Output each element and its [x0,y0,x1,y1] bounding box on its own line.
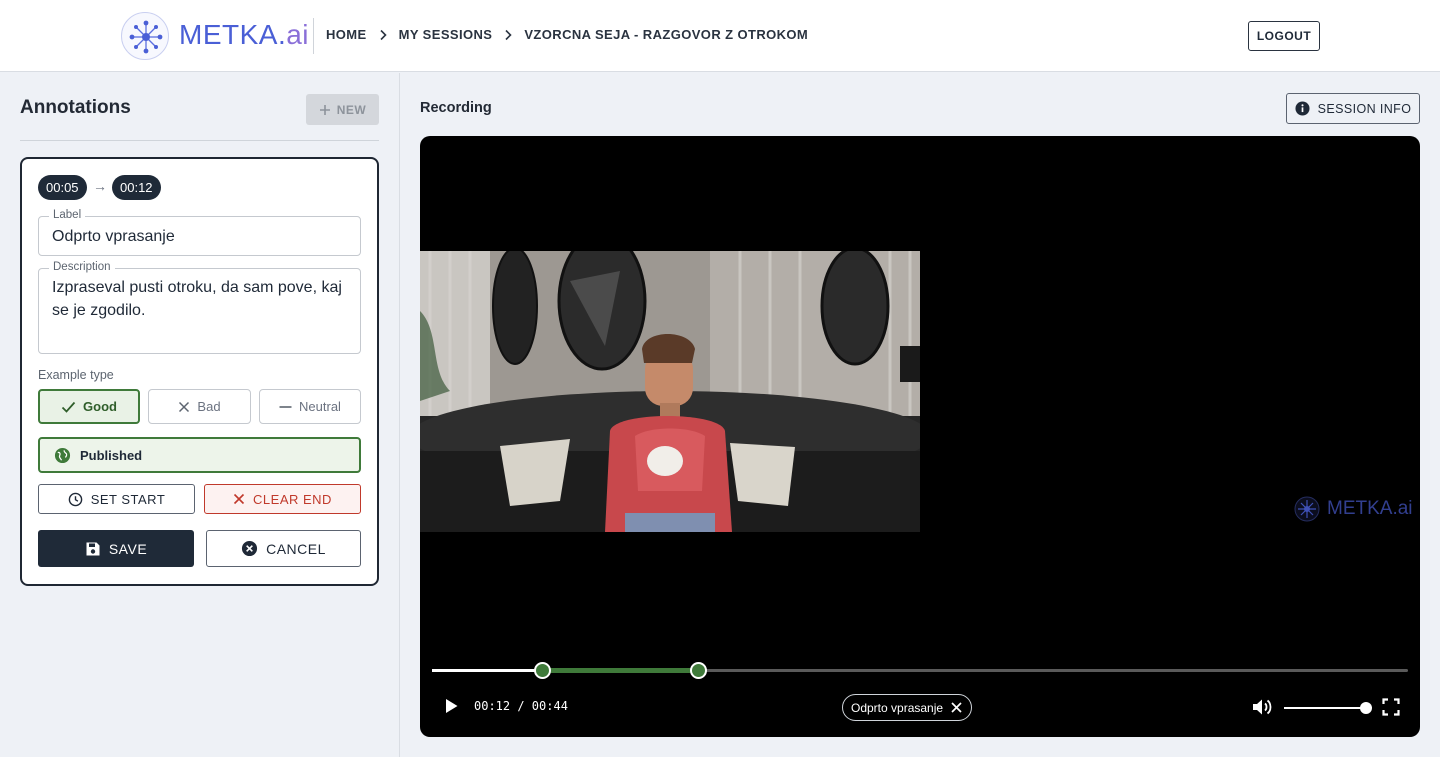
label-field[interactable]: Label Odprto vprasanje [38,209,361,256]
recording-title: Recording [420,100,492,116]
session-info-label: SESSION INFO [1317,101,1412,116]
set-start-label: SET START [90,491,166,507]
volume-icon[interactable] [1252,697,1274,717]
annotation-start-handle[interactable] [534,662,552,679]
close-icon[interactable] [950,701,963,714]
example-type-neutral-button[interactable]: Neutral [259,389,361,424]
published-label: Published [80,447,143,463]
globe-icon [54,447,71,463]
info-icon [1295,101,1310,116]
metka-watermark-icon [1294,496,1320,522]
active-annotation-chip[interactable]: Odprto vprasanje [842,694,973,721]
breadcrumb-home[interactable]: HOME [326,27,367,42]
arrow-right-icon: → [93,178,107,194]
minus-icon [279,405,292,408]
description-textarea[interactable]: Izpraseval pusti otroku, da sam pove, ka… [52,276,352,322]
volume-slider-track[interactable] [1284,707,1366,709]
clock-icon [68,492,82,506]
breadcrumb: HOME MY SESSIONS VZORCNA SEJA - RAZGOVOR… [326,27,808,42]
description-field[interactable]: Description Izpraseval pusti otroku, da … [38,261,361,354]
label-input[interactable]: Odprto vprasanje [52,225,175,248]
volume-slider-knob[interactable] [1360,702,1372,714]
new-annotation-button[interactable]: NEW [306,94,379,125]
save-label: SAVE [108,540,148,557]
header-divider [313,18,314,54]
metka-logo-icon[interactable] [121,12,169,60]
published-toggle[interactable]: Published [38,437,361,473]
example-type-good-label: Good [83,399,117,414]
breadcrumb-my-sessions[interactable]: MY SESSIONS [399,27,493,42]
start-time-chip: 00:05 [38,175,87,200]
label-field-legend: Label [49,209,86,221]
save-icon [86,542,100,555]
end-time-chip: 00:12 [112,175,161,200]
panel-divider [20,140,379,141]
logo-suffix-text: ai [286,19,310,50]
annotation-range-bar [542,668,699,673]
annotations-title: Annotations [20,97,131,118]
annotation-end-handle[interactable] [689,662,707,679]
clear-end-button[interactable]: CLEAR END [204,484,361,514]
clear-end-label: CLEAR END [253,491,332,507]
metka-watermark: METKA.ai [1293,495,1413,523]
plus-icon [319,104,330,115]
fullscreen-icon[interactable] [1382,698,1400,716]
breadcrumb-current-session[interactable]: VZORCNA SEJA - RAZGOVOR Z OTROKOM [524,27,808,42]
example-type-bad-button[interactable]: Bad [148,389,251,424]
cancel-label: CANCEL [266,540,326,557]
set-start-button[interactable]: SET START [38,484,195,514]
annotation-edit-card: 00:05 → 00:12 Label Odprto vprasanje Des… [20,157,379,586]
top-bar: METKA.ai HOME MY SESSIONS VZORCNA SEJA -… [0,0,1440,72]
example-type-neutral-label: Neutral [299,399,341,414]
annotations-panel: Annotations NEW 00:05 → 00:12 Label Odpr… [0,73,400,757]
chevron-right-icon [505,29,512,40]
play-icon[interactable] [442,697,460,715]
brand-logo[interactable]: METKA.ai [179,19,309,51]
chevron-right-icon [380,29,387,40]
logo-main-text: METKA. [179,19,287,50]
logout-button[interactable]: LOGOUT [1248,21,1320,51]
example-type-bad-label: Bad [197,399,221,414]
example-type-label: Example type [38,368,114,382]
active-annotation-label: Odprto vprasanje [851,700,944,715]
video-frame-image [420,251,920,532]
cancel-button[interactable]: CANCEL [206,530,361,567]
session-info-button[interactable]: SESSION INFO [1286,93,1420,124]
example-type-good-button[interactable]: Good [38,389,140,424]
video-timecode: 00:12 / 00:44 [474,699,568,713]
cancel-circle-icon [242,540,258,557]
save-button[interactable]: SAVE [38,530,194,567]
metka-watermark-text: METKA.ai [1327,498,1413,519]
video-player[interactable]: METKA.ai 00:12 / 00:44 Odprto vprasanje [420,136,1420,737]
close-icon [233,493,245,505]
close-icon [179,401,190,412]
new-annotation-label: NEW [336,102,367,117]
description-field-legend: Description [49,261,115,273]
check-icon [61,401,76,413]
